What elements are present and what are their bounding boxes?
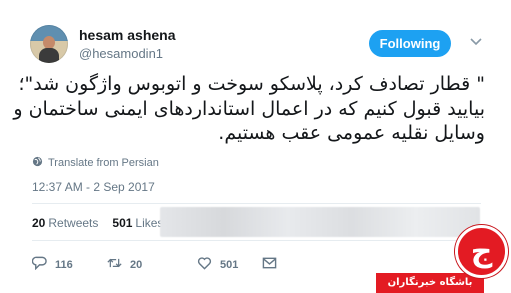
following-button[interactable]: Following [369, 30, 451, 57]
reply-button[interactable]: 116 [31, 256, 92, 273]
translate-label: Translate from Persian [48, 157, 159, 169]
retweets-stat[interactable]: 20 Retweets [32, 216, 98, 230]
likes-stat[interactable]: 501 Likes [112, 216, 163, 230]
watermark-logo-glyph: ج [470, 234, 493, 269]
translate-link[interactable]: Translate from Persian [32, 156, 159, 170]
divider [32, 203, 481, 204]
tweet-card: hesam ashena @hesamodin1 Following " قطا… [0, 0, 511, 293]
tweet-line: " قطار تصادف کرد، پلاسکو سوخت و اتوبوس و… [18, 73, 485, 95]
like-count: 501 [220, 258, 239, 271]
tweet-stats: 20 Retweets 501 Likes [32, 216, 177, 230]
retweet-icon [107, 256, 122, 273]
direct-message-button[interactable] [262, 256, 277, 273]
chevron-down-icon[interactable] [468, 36, 484, 48]
tweet-line: وسایل نقلیه عمومی عقب هستیم. [218, 122, 485, 144]
user-handle[interactable]: @hesamodin1 [79, 46, 163, 61]
globe-icon [32, 156, 43, 170]
tweet-line: بیایید قبول کنیم که در اعمال استانداردها… [13, 97, 485, 120]
heart-icon [197, 256, 212, 273]
envelope-icon [262, 256, 277, 273]
reply-icon [31, 256, 47, 273]
avatar[interactable] [30, 25, 68, 63]
retweet-count: 20 [130, 258, 143, 271]
tweet-timestamp[interactable]: 12:37 AM - 2 Sep 2017 [32, 180, 155, 194]
tweet-text: " قطار تصادف کرد، پلاسکو سوخت و اتوبوس و… [13, 72, 485, 146]
display-name[interactable]: hesam ashena [79, 27, 176, 43]
like-button[interactable]: 501 [197, 256, 252, 273]
reply-count: 116 [55, 258, 73, 271]
news-agency-watermark: باشگاه خبرنگاران ج [372, 215, 511, 293]
retweet-button[interactable]: 20 [107, 256, 197, 273]
action-bar: 116 20 501 [31, 256, 277, 273]
